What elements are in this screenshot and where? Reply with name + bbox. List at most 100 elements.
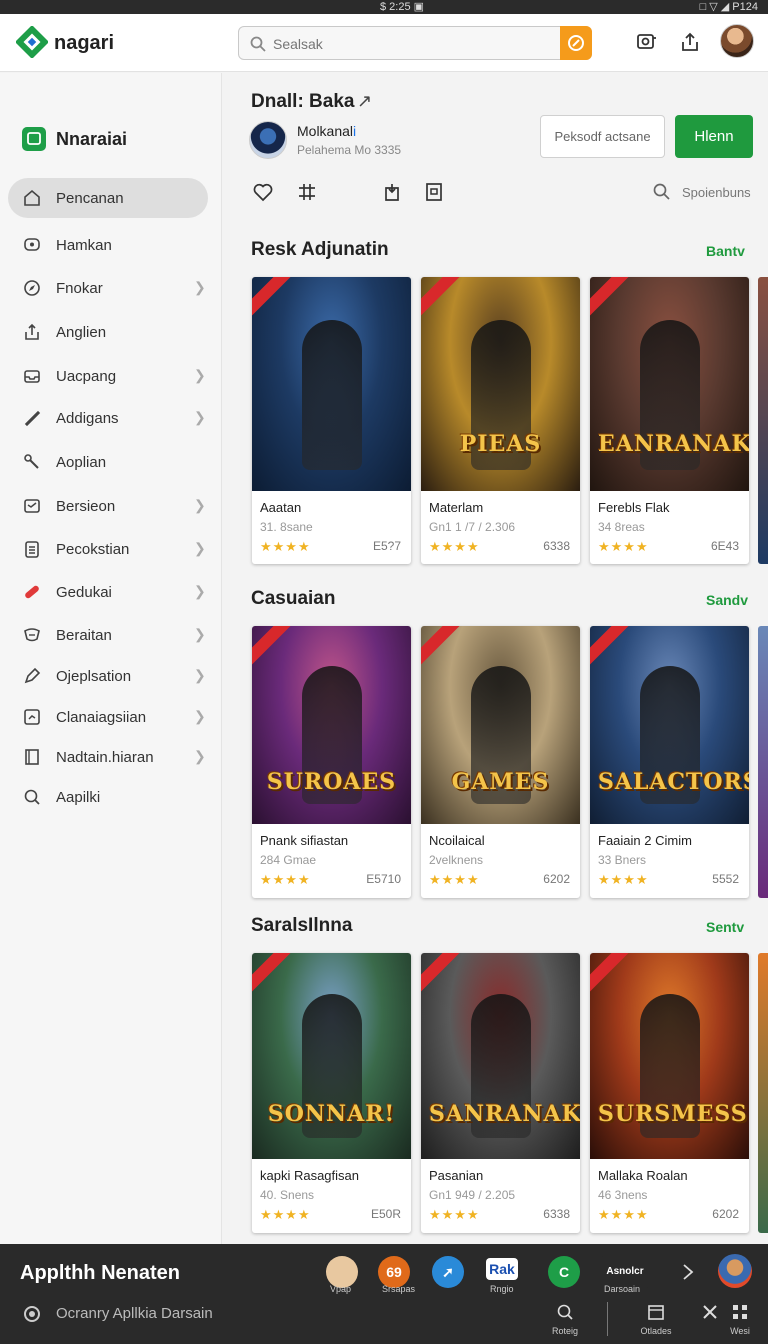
developer-name[interactable]: Molkanali — [297, 123, 356, 139]
status-time: $ 2:25 ▣ — [380, 1, 425, 13]
sidebar-item-bersieon[interactable]: Bersieon ❯ — [8, 486, 208, 526]
sidebar-item-nadtain-hiaran[interactable]: Nadtain.hiaran ❯ — [8, 737, 208, 777]
section-see-all-link[interactable]: Sentv — [706, 919, 744, 935]
game-price: 5552 — [712, 872, 739, 886]
external-arrow-icon[interactable]: ↗ — [357, 91, 372, 112]
bottom-bar-subtitle[interactable]: Ocranry Apllkia Darsain — [56, 1305, 213, 1322]
game-card[interactable]: SURSMESS Mallaka Roalan 46 3nens ★★★★ 6202 — [590, 953, 749, 1233]
section-see-all-link[interactable]: Sandv — [706, 592, 748, 608]
sidebar-item-gedukai[interactable]: Gedukai ❯ — [8, 572, 208, 612]
game-card[interactable]: SANRANAK Pasanian Gn1 949 / 2.205 ★★★★ 6338 — [421, 953, 580, 1233]
next-card-peek[interactable] — [758, 277, 768, 564]
next-card-peek[interactable] — [758, 953, 768, 1233]
sidebar-item-pencanan[interactable]: Pencanan — [8, 178, 208, 218]
sidebar-item-label: Bersieon — [56, 498, 116, 515]
sidebar-item-ojeplsation[interactable]: Ojeplsation ❯ — [8, 656, 208, 696]
developer-avatar[interactable] — [249, 121, 287, 159]
share-icon[interactable] — [678, 30, 702, 54]
chevron-right-icon: ❯ — [194, 667, 206, 683]
radio-icon[interactable] — [24, 1306, 40, 1322]
sidebar-item-aapilki[interactable]: Aapilki — [8, 777, 208, 817]
verified-mark: i — [353, 123, 357, 139]
sidebar-item-aoplian[interactable]: Aoplian — [8, 442, 208, 482]
game-meta: Gn1 949 / 2.205 — [429, 1188, 516, 1202]
document-icon[interactable] — [423, 181, 445, 203]
logo-icon[interactable] — [16, 26, 48, 58]
game-price: 6338 — [543, 1207, 570, 1221]
game-price: E5710 — [366, 872, 401, 886]
game-card[interactable]: GAMES Ncoilaical 2velknens ★★★★ 6202 — [421, 626, 580, 898]
sidebar-item-label: Nadtain.hiaran — [56, 749, 154, 766]
sidebar: Nnaraiai Pencanan Hamkan Fnokar ❯ Anglien Uac… — [0, 73, 222, 1244]
search-icon — [557, 1304, 573, 1320]
game-cover-art: SALACTORS — [590, 626, 749, 824]
chevron-right-icon: ❯ — [194, 626, 206, 642]
section-title: SaralsIlnna — [251, 915, 353, 936]
game-name: Ferebls Flak — [598, 500, 670, 515]
secondary-button[interactable]: Peksodf actsane — [540, 115, 665, 158]
app-shortcut-label: Darsoain — [604, 1284, 641, 1294]
install-button[interactable]: Hlenn — [675, 115, 753, 158]
sidebar-item-label: Aapilki — [56, 789, 101, 806]
sidebar-item-label: Gedukai — [56, 584, 112, 601]
search-bar[interactable] — [238, 26, 592, 60]
sidebar-item-hamkan[interactable]: Hamkan — [8, 225, 208, 265]
chevron-right-icon: ❯ — [194, 540, 206, 556]
game-card[interactable]: SUROAES Pnank sifiastan 284 Gmae ★★★★ E5710 — [252, 626, 411, 898]
game-price: 6202 — [543, 872, 570, 886]
status-bar: $ 2:25 ▣ □ ▽ ◢ P124 — [0, 0, 768, 14]
search-input[interactable] — [273, 33, 553, 55]
search-submit-button[interactable] — [560, 26, 592, 60]
upload-icon — [25, 323, 39, 340]
search-icon — [24, 789, 40, 805]
section-see-all-link[interactable]: Bantv — [706, 243, 745, 259]
game-cover-art — [252, 277, 411, 491]
bookmark-add-icon[interactable] — [381, 181, 403, 203]
sidebar-item-pecokstian[interactable]: Pecokstian ❯ — [8, 529, 208, 569]
chevron-right-icon[interactable] — [680, 1262, 696, 1282]
game-cover-art: PIEAS — [421, 277, 580, 491]
bottom-nav-item[interactable]: Wesi — [720, 1302, 760, 1336]
game-card[interactable]: EANRANAK Ferebls Flak 34 8reas ★★★★ 6E43 — [590, 277, 749, 564]
bottom-nav-item[interactable]: Otlades — [636, 1302, 676, 1336]
game-meta: Gn1 1 /7 / 2.306 — [429, 520, 516, 534]
cover-title-text: PIEAS — [459, 431, 542, 458]
sidebar-item-label: Beraitan — [56, 627, 112, 644]
app-shortcut-icon[interactable]: Rak — [486, 1258, 518, 1280]
sidebar-item-uacpang[interactable]: Uacpang ❯ — [8, 356, 208, 396]
compass-icon — [24, 280, 40, 296]
brand-name[interactable]: nagari — [54, 32, 114, 55]
game-cover-art: SUROAES — [252, 626, 411, 824]
search-icon — [250, 36, 266, 52]
sidebar-item-fnokar[interactable]: Fnokar ❯ — [8, 268, 208, 308]
sidebar-item-label: Pecokstian — [56, 541, 130, 558]
heart-icon[interactable] — [252, 181, 274, 203]
game-card[interactable]: PIEAS Materlam Gn1 1 /7 / 2.306 ★★★★ 6338 — [421, 277, 580, 564]
link-icon — [568, 35, 584, 51]
sliders-icon[interactable] — [296, 181, 318, 203]
sidebar-item-anglien[interactable]: Anglien — [8, 312, 208, 352]
game-name: Faaiain 2 Cimim — [598, 833, 692, 848]
app-shortcut-icon[interactable]: ➚ — [432, 1256, 464, 1288]
rating-stars: ★★★★ — [260, 1207, 311, 1222]
game-card[interactable]: SONNAR! kapki Rasagfisan 40. Snens ★★★★ E50R — [252, 953, 411, 1233]
bottom-nav-item[interactable]: Roteig — [545, 1302, 585, 1336]
sidebar-item-beraitan[interactable]: Beraitan ❯ — [8, 615, 208, 655]
next-card-peek[interactable] — [758, 626, 768, 898]
game-name: Ncoilaical — [429, 833, 485, 848]
search-icon[interactable] — [651, 181, 673, 203]
search-label[interactable]: Spoienbuns — [682, 185, 751, 200]
game-name: Pnank sifiastan — [260, 833, 349, 848]
profile-app-avatar[interactable] — [718, 1254, 752, 1288]
game-card[interactable]: SALACTORS Faaiain 2 Cimim 33 Bners ★★★★ 5552 — [590, 626, 749, 898]
sidebar-item-addigans[interactable]: Addigans ❯ — [8, 398, 208, 438]
game-card[interactable]: Aaatan 31. 8sane ★★★★ E5?7 — [252, 277, 411, 564]
app-shortcut-icon[interactable]: C — [548, 1256, 580, 1288]
game-meta: 34 8reas — [598, 520, 645, 534]
theater-icon — [24, 628, 40, 642]
user-avatar[interactable] — [720, 24, 754, 58]
cast-icon[interactable] — [634, 30, 658, 54]
sidebar-item-clanaiagsiian[interactable]: Clanaiagsiian ❯ — [8, 697, 208, 737]
cover-title-text: SONNAR! — [267, 1101, 396, 1128]
game-name: Materlam — [429, 500, 484, 515]
